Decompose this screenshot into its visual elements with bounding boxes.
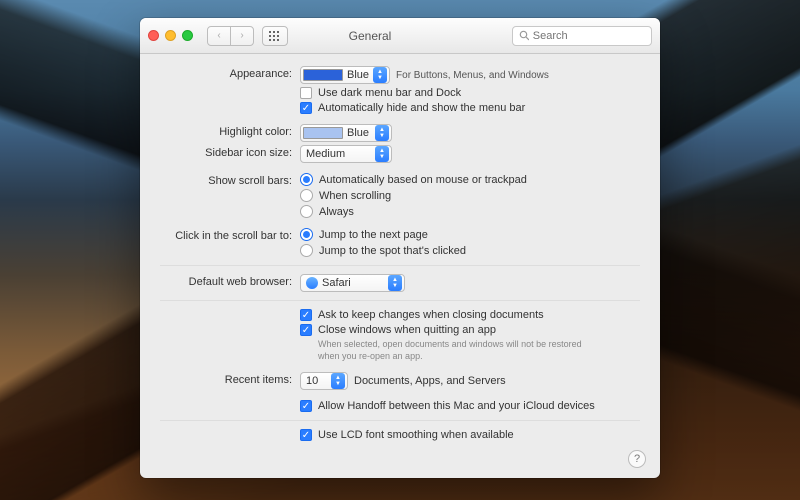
sidebar-size-select[interactable]: Medium ▲▼	[300, 145, 392, 163]
recent-value: 10	[306, 375, 318, 387]
autohide-label: Automatically hide and show the menu bar	[318, 102, 525, 114]
close-windows-note: When selected, open documents and window…	[300, 339, 600, 362]
recent-suffix: Documents, Apps, and Servers	[354, 375, 506, 387]
dark-menu-checkbox[interactable]	[300, 87, 312, 99]
close-windows-checkbox[interactable]: ✓	[300, 324, 312, 336]
window-title: General	[236, 29, 504, 43]
ask-changes-label: Ask to keep changes when closing documen…	[318, 309, 544, 321]
click-radio-next[interactable]	[300, 228, 313, 241]
handoff-checkbox[interactable]: ✓	[300, 400, 312, 412]
click-scroll-label: Click in the scroll bar to:	[160, 228, 300, 242]
stepper-icon: ▲▼	[375, 125, 389, 141]
close-windows-label: Close windows when quitting an app	[318, 324, 496, 336]
click-radio-spot[interactable]	[300, 244, 313, 257]
color-swatch	[303, 127, 343, 139]
search-field[interactable]	[512, 26, 652, 46]
minimize-button[interactable]	[165, 30, 176, 41]
highlight-select[interactable]: Blue ▲▼	[300, 124, 392, 142]
sidebar-label: Sidebar icon size:	[160, 145, 300, 159]
scroll-radio-scrolling[interactable]	[300, 189, 313, 202]
scroll-radio-auto[interactable]	[300, 173, 313, 186]
stepper-icon: ▲▼	[388, 275, 402, 291]
ask-changes-checkbox[interactable]: ✓	[300, 309, 312, 321]
recent-select[interactable]: 10 ▲▼	[300, 372, 348, 390]
scroll-opt-0: Automatically based on mouse or trackpad	[319, 174, 527, 186]
handoff-label: Allow Handoff between this Mac and your …	[318, 400, 595, 412]
search-icon	[519, 30, 529, 41]
search-input[interactable]	[533, 30, 645, 42]
close-button[interactable]	[148, 30, 159, 41]
appearance-label: Appearance:	[160, 66, 300, 80]
help-button[interactable]: ?	[628, 450, 646, 468]
zoom-button[interactable]	[182, 30, 193, 41]
stepper-icon: ▲▼	[331, 373, 345, 389]
browser-value: Safari	[322, 277, 351, 289]
appearance-value: Blue	[347, 69, 369, 81]
browser-label: Default web browser:	[160, 274, 300, 288]
color-swatch	[303, 69, 343, 81]
stepper-icon: ▲▼	[375, 146, 389, 162]
autohide-checkbox[interactable]: ✓	[300, 102, 312, 114]
highlight-label: Highlight color:	[160, 124, 300, 138]
click-opt-1: Jump to the spot that's clicked	[319, 245, 466, 257]
click-opt-0: Jump to the next page	[319, 229, 428, 241]
lcd-label: Use LCD font smoothing when available	[318, 429, 514, 441]
appearance-hint: For Buttons, Menus, and Windows	[396, 70, 549, 81]
scroll-opt-1: When scrolling	[319, 190, 391, 202]
safari-icon	[306, 277, 318, 289]
preferences-window: ‹ › General Appearance: Blue ▲▼ For Butt	[140, 18, 660, 478]
recent-label: Recent items:	[160, 372, 300, 386]
sidebar-value: Medium	[306, 148, 345, 160]
titlebar: ‹ › General	[140, 18, 660, 54]
highlight-value: Blue	[347, 127, 369, 139]
appearance-select[interactable]: Blue ▲▼	[300, 66, 390, 84]
stepper-icon: ▲▼	[373, 67, 387, 83]
back-button[interactable]: ‹	[207, 26, 231, 46]
dark-menu-label: Use dark menu bar and Dock	[318, 87, 461, 99]
browser-select[interactable]: Safari ▲▼	[300, 274, 405, 292]
traffic-lights	[148, 30, 193, 41]
scroll-opt-2: Always	[319, 206, 354, 218]
scroll-radio-always[interactable]	[300, 205, 313, 218]
content-area: Appearance: Blue ▲▼ For Buttons, Menus, …	[140, 54, 660, 478]
scroll-label: Show scroll bars:	[160, 173, 300, 187]
lcd-checkbox[interactable]: ✓	[300, 429, 312, 441]
